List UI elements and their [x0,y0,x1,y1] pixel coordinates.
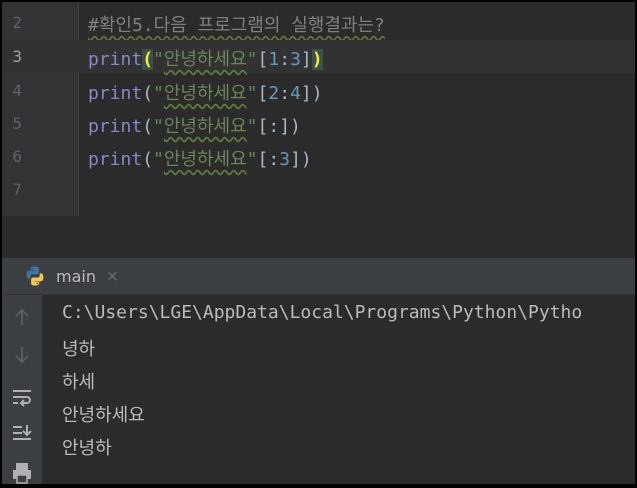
console-line: 하세 [62,372,96,393]
close-paren: ) [311,83,323,104]
line-number: 2 [12,13,22,32]
line-number: 7 [12,180,22,199]
code-line[interactable]: 6 print("안녕하세요"[:3]) [2,140,635,173]
slice-close: ] [300,83,312,104]
code-text: print("안녕하세요"[2:4]) [88,79,323,105]
quote: " [153,83,164,104]
soft-wrap-icon[interactable] [10,385,34,409]
builtin-print: print [88,116,143,137]
slice-close: ] [290,149,301,170]
ide-window: 2 #확인5.다음 프로그램의 실행결과는? 3 print("안녕하세요"[1… [2,2,635,484]
close-icon[interactable]: × [106,267,119,285]
builtin-print: print [88,49,143,70]
print-icon[interactable] [10,461,34,484]
open-paren: ( [142,83,154,104]
quote: " [246,149,258,170]
slice-open: [ [257,49,269,70]
code-line[interactable]: 4 print("안녕하세요"[2:4]) [2,74,635,107]
console-line-path: C:\Users\LGE\AppData\Local\Programs\Pyth… [62,302,583,323]
run-tab-main[interactable]: main × [24,258,119,294]
open-paren: ( [142,149,154,170]
quote: " [246,116,258,137]
quote: " [246,83,258,104]
console-line: 녕하 [62,339,96,360]
scroll-to-end-icon[interactable] [10,421,34,445]
builtin-print: print [88,149,143,170]
slice-close: ] [300,49,312,70]
console-line: 안녕하 [62,438,112,459]
close-paren: ) [290,116,301,137]
quote: " [153,116,164,137]
slice-end: 4 [290,83,301,104]
slice-colon: : [279,83,291,104]
slice-end: 3 [279,149,291,170]
quote: " [153,49,164,70]
run-tab-bar: main × [2,258,635,295]
scroll-down-icon[interactable] [10,343,34,367]
open-paren-matched: ( [142,49,154,70]
quote: " [153,149,164,170]
code-text: print("안녕하세요"[:3]) [88,145,312,171]
editor-panel-gap [2,216,635,258]
code-line[interactable]: 7 [2,173,635,206]
string-literal: 안녕하세요 [163,83,247,104]
line-number: 3 [12,47,22,66]
console-output[interactable]: C:\Users\LGE\AppData\Local\Programs\Pyth… [42,295,635,484]
code-text: #확인5.다음 프로그램의 실행결과는? [88,11,385,37]
code-text: print("안녕하세요"[:]) [88,112,301,138]
open-paren: ( [142,116,154,137]
slice-end: 3 [290,49,301,70]
builtin-print: print [88,83,143,104]
slice-start: 2 [268,83,280,104]
line-number: 4 [12,81,22,100]
code-editor[interactable]: 2 #확인5.다음 프로그램의 실행결과는? 3 print("안녕하세요"[1… [2,2,635,216]
slice-open: [ [257,83,269,104]
run-toolbar [2,295,42,484]
string-literal: 안녕하세요 [163,49,247,70]
slice-start: 1 [268,49,280,70]
close-paren-matched: ) [311,49,323,70]
close-paren: ) [300,149,312,170]
string-literal: 안녕하세요 [163,149,247,170]
comment: #확인5.다음 프로그램의 실행결과는? [88,15,385,36]
line-number: 5 [12,114,22,133]
run-tab-label: main [56,266,96,286]
python-icon [26,266,44,286]
quote: " [246,49,258,70]
scroll-up-icon[interactable] [10,305,34,329]
string-literal: 안녕하세요 [163,116,247,137]
code-text: print("안녕하세요"[1:3]) [88,45,323,71]
code-line-current[interactable]: 3 print("안녕하세요"[1:3]) [2,40,635,73]
slice-colon: : [279,49,291,70]
code-line[interactable]: 5 print("안녕하세요"[:]) [2,107,635,140]
slice-full: [:] [257,116,291,137]
console-line: 안녕하세요 [62,405,145,426]
line-number: 6 [12,147,22,166]
code-line[interactable]: 2 #확인5.다음 프로그램의 실행결과는? [2,6,635,39]
slice-open: [: [257,149,280,170]
